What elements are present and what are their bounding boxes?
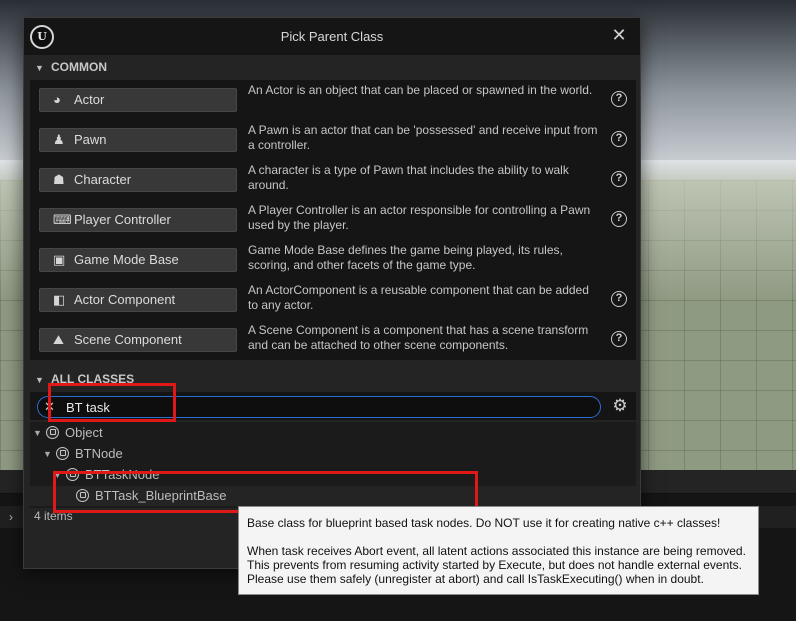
tree-item[interactable]: ▼ Object xyxy=(30,423,636,443)
class-description: An Actor is an object that can be placed… xyxy=(248,83,593,97)
class-node-icon xyxy=(66,468,79,481)
class-search-input[interactable] xyxy=(66,399,566,415)
pawn-icon: ♟ xyxy=(53,132,65,147)
common-class-row: ◧ Actor Component An ActorComponent is a r… xyxy=(30,280,636,320)
common-class-row: ♟ Pawn A Pawn is an actor that can be 'pos… xyxy=(30,120,636,160)
close-button[interactable]: ✕ xyxy=(608,24,630,46)
class-node-icon xyxy=(46,426,59,439)
class-tree: ▼ Object ▼ BTNode ▼ BTTaskNode BTTask_Blueprin… xyxy=(30,422,636,508)
item-count: 4 items xyxy=(34,509,73,523)
class-search-box[interactable]: ✕ xyxy=(37,396,601,418)
collapse-arrow-icon: ▼ xyxy=(35,375,44,385)
class-button-label: Actor xyxy=(74,92,105,107)
tooltip-line-2: When task receives Abort event, all late… xyxy=(247,544,746,586)
common-section-label: COMMON xyxy=(51,60,107,74)
pick-parent-class-dialog: U Pick Parent Class ✕ ▼ COMMON ◕ Actor An A… xyxy=(23,17,641,569)
scene-component-button[interactable]: ⛰ Scene Component xyxy=(39,328,237,352)
chevron-right-icon[interactable]: › xyxy=(0,506,22,528)
class-button-label: Pawn xyxy=(74,132,107,147)
class-description: A Pawn is an actor that can be 'possesse… xyxy=(248,123,598,152)
common-section-header[interactable]: ▼ COMMON xyxy=(24,55,640,79)
class-button-label: Player Controller xyxy=(74,212,171,227)
expand-arrow-icon[interactable]: ▼ xyxy=(33,423,43,443)
game-mode-icon: ▣ xyxy=(53,252,66,267)
class-node-icon xyxy=(56,447,69,460)
character-icon: ☗ xyxy=(53,172,65,187)
clear-search-icon[interactable]: ✕ xyxy=(44,399,58,415)
class-description: A character is a type of Pawn that inclu… xyxy=(248,163,569,192)
pawn-button[interactable]: ♟ Pawn xyxy=(39,128,237,152)
class-button-label: Game Mode Base xyxy=(74,252,179,267)
common-class-row: ⛰ Scene Component A Scene Component is a c… xyxy=(30,320,636,360)
dialog-titlebar: U Pick Parent Class ✕ xyxy=(24,18,640,56)
class-button-label: Actor Component xyxy=(74,292,176,307)
gamepad-icon: ⌨ xyxy=(53,212,72,227)
class-description: An ActorComponent is a reusable componen… xyxy=(248,283,589,312)
tree-item[interactable]: ▼ BTNode xyxy=(30,444,636,464)
tree-item[interactable]: BTTask_BlueprintBase xyxy=(30,486,636,506)
class-button-label: Character xyxy=(74,172,132,187)
dialog-title: Pick Parent Class xyxy=(280,29,384,44)
tree-item-label: BTTask_BlueprintBase xyxy=(95,488,227,503)
class-node-icon xyxy=(76,489,89,502)
tooltip-line-1: Base class for blueprint based task node… xyxy=(247,516,721,530)
collapse-arrow-icon: ▼ xyxy=(35,63,44,73)
class-description: A Player Controller is an actor responsi… xyxy=(248,203,591,232)
class-description: Game Mode Base defines the game being pl… xyxy=(248,243,563,272)
help-icon[interactable]: ? xyxy=(611,91,627,107)
help-icon[interactable]: ? xyxy=(611,211,627,227)
gear-icon[interactable]: ⚙ xyxy=(611,397,629,415)
game-mode-base-button[interactable]: ▣ Game Mode Base xyxy=(39,248,237,272)
actor-component-icon: ◧ xyxy=(53,292,66,307)
common-class-row: ☗ Character A character is a type of Pawn … xyxy=(30,160,636,200)
help-icon[interactable]: ? xyxy=(611,131,627,147)
tree-item[interactable]: ▼ BTTaskNode xyxy=(30,465,636,485)
class-tooltip: Base class for blueprint based task node… xyxy=(238,506,759,595)
scene-component-icon: ⛰ xyxy=(53,332,64,347)
help-icon[interactable]: ? xyxy=(611,171,627,187)
actor-button[interactable]: ◕ Actor xyxy=(39,88,237,112)
class-search-row: ✕ ⚙ xyxy=(30,392,636,420)
expand-arrow-icon[interactable]: ▼ xyxy=(53,465,63,485)
tree-item-label: BTNode xyxy=(75,446,123,461)
common-classes-list: ◕ Actor An Actor is an object that can be … xyxy=(30,80,636,360)
class-description: A Scene Component is a component that ha… xyxy=(248,323,589,352)
help-icon[interactable]: ? xyxy=(611,331,627,347)
common-class-row: ⌨ Player Controller A Player Controller is… xyxy=(30,200,636,240)
expand-arrow-icon[interactable]: ▼ xyxy=(43,444,53,464)
tree-item-label: BTTaskNode xyxy=(85,467,160,482)
tree-item-label: Object xyxy=(65,425,103,440)
all-classes-section-label: ALL CLASSES xyxy=(51,372,135,386)
character-button[interactable]: ☗ Character xyxy=(39,168,237,192)
all-classes-section-header[interactable]: ▼ ALL CLASSES xyxy=(24,369,640,389)
help-icon[interactable]: ? xyxy=(611,291,627,307)
class-button-label: Scene Component xyxy=(74,332,182,347)
common-class-row: ◕ Actor An Actor is an object that can be … xyxy=(30,80,636,120)
player-controller-button[interactable]: ⌨ Player Controller xyxy=(39,208,237,232)
common-class-row: ▣ Game Mode Base Game Mode Base defines th… xyxy=(30,240,636,280)
actor-component-button[interactable]: ◧ Actor Component xyxy=(39,288,237,312)
actor-icon: ◕ xyxy=(53,92,61,107)
